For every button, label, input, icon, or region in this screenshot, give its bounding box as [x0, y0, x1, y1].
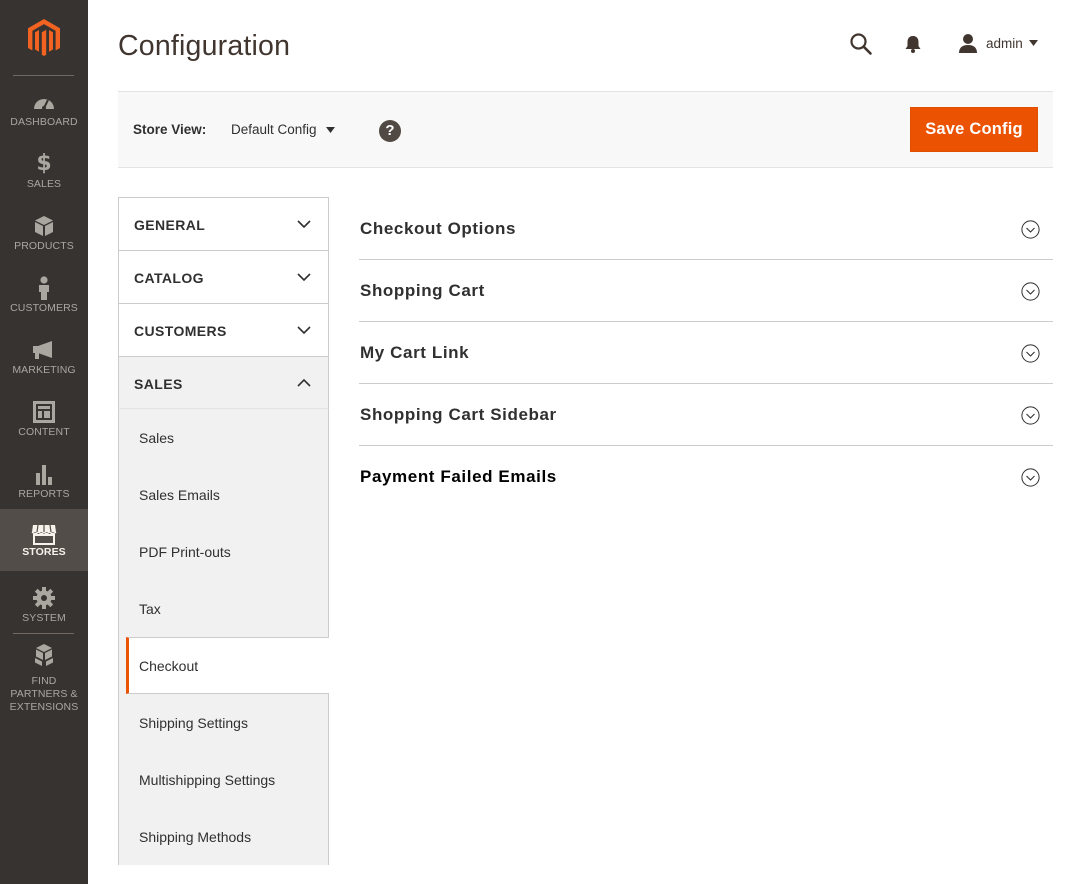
store-view-value: Default Config [231, 122, 317, 137]
person-icon [0, 276, 88, 300]
caret-down-icon [325, 126, 335, 133]
menu-label: FIND PARTNERS & EXTENSIONS [9, 675, 79, 713]
section-title: Checkout Options [360, 219, 516, 238]
menu-label: SYSTEM [22, 612, 66, 624]
tab-item-tax[interactable]: Tax [119, 580, 328, 637]
sales-tab-items: Sales Sales Emails PDF Print-outs Tax Ch… [118, 409, 329, 865]
store-view-bar: Store View: Default Config ? Save Config [118, 91, 1053, 168]
section-title: Shopping Cart [360, 281, 485, 300]
storefront-icon [0, 523, 88, 545]
menu-divider [13, 633, 74, 634]
store-view-switcher[interactable]: Default Config [231, 122, 335, 137]
page-title: Configuration [118, 30, 291, 62]
section-shopping-cart[interactable]: Shopping Cart [359, 260, 1053, 322]
tab-item-label: Sales Emails [139, 487, 220, 503]
gear-icon [0, 587, 88, 609]
layout-icon [0, 401, 88, 423]
section-payment-failed-emails[interactable]: Payment Failed Emails [359, 446, 1053, 508]
megaphone-icon [0, 339, 88, 361]
tab-item-label: Sales [139, 430, 175, 446]
menu-item-marketing[interactable]: MARKETING [0, 327, 88, 389]
menu-label: CUSTOMERS [10, 302, 78, 314]
notifications-button[interactable] [903, 34, 923, 54]
store-view-label: Store View: [133, 122, 207, 137]
chevron-down-icon [297, 220, 311, 229]
dollar-icon: $ [36, 151, 52, 176]
expand-circle-icon [1021, 468, 1040, 487]
menu-item-customers[interactable]: CUSTOMERS [0, 265, 88, 327]
menu-label: MARKETING [12, 364, 76, 376]
tab-item-label: PDF Print-outs [139, 544, 231, 560]
tab-group-customers[interactable]: CUSTOMERS [118, 303, 329, 356]
admin-user-menu[interactable]: admin [958, 32, 1038, 54]
tab-item-label: Tax [139, 601, 161, 617]
menu-label: SALES [26, 178, 62, 190]
cubes-icon [0, 644, 88, 666]
tab-item-shipping-settings[interactable]: Shipping Settings [119, 694, 328, 751]
menu-item-stores[interactable]: STORES [0, 509, 88, 571]
tab-group-label: GENERAL [134, 217, 206, 233]
dashboard-icon [0, 91, 88, 113]
menu-label: CONTENT [18, 426, 70, 438]
menu-item-find-partners[interactable]: FIND PARTNERS & EXTENSIONS [0, 641, 88, 713]
menu-item-dashboard[interactable]: DASHBOARD [0, 79, 88, 141]
admin-menu: DASHBOARD $ SALES PRODUCTS CUSTOMERS MAR… [0, 0, 88, 884]
config-tabs: GENERAL CATALOG CUSTOMERS SALES Sales Sa… [118, 197, 329, 865]
config-sections: Checkout Options Shopping Cart My Cart L… [359, 198, 1053, 508]
chevron-down-icon [297, 273, 311, 282]
save-config-button[interactable]: Save Config [910, 107, 1038, 152]
menu-item-products[interactable]: PRODUCTS [0, 203, 88, 265]
section-title: Payment Failed Emails [360, 467, 557, 486]
user-name: admin [986, 35, 1023, 51]
tab-item-label: Shipping Methods [139, 829, 252, 845]
tab-item-checkout[interactable]: Checkout [126, 637, 329, 694]
tab-group-catalog[interactable]: CATALOG [118, 250, 329, 303]
expand-circle-icon [1021, 220, 1040, 239]
tab-item-sales-emails[interactable]: Sales Emails [119, 466, 328, 523]
bar-chart-icon [0, 463, 88, 485]
magento-logo-icon [28, 18, 60, 56]
menu-label: REPORTS [18, 488, 70, 500]
section-my-cart-link[interactable]: My Cart Link [359, 322, 1053, 384]
menu-item-system[interactable]: SYSTEM [0, 575, 88, 637]
user-icon [959, 34, 977, 53]
menu-label: PRODUCTS [14, 240, 74, 252]
tab-group-sales[interactable]: SALES [118, 356, 329, 409]
expand-circle-icon [1021, 282, 1040, 301]
tab-item-sales[interactable]: Sales [119, 409, 328, 466]
caret-down-icon [1028, 40, 1038, 46]
search-icon [850, 33, 872, 55]
chevron-down-icon [297, 326, 311, 335]
menu-divider [13, 75, 74, 76]
magento-logo[interactable] [0, 0, 88, 75]
section-title: Shopping Cart Sidebar [360, 405, 557, 424]
tab-item-pdf-print-outs[interactable]: PDF Print-outs [119, 523, 328, 580]
section-title: My Cart Link [360, 343, 470, 362]
box-icon [0, 215, 88, 237]
menu-label: STORES [22, 546, 66, 558]
expand-circle-icon [1021, 344, 1040, 363]
tab-group-label: SALES [134, 376, 183, 392]
expand-circle-icon [1021, 406, 1040, 425]
tab-item-multishipping-settings[interactable]: Multishipping Settings [119, 751, 328, 808]
tab-item-label: Shipping Settings [139, 715, 248, 731]
tab-group-label: CATALOG [134, 270, 204, 286]
menu-item-sales[interactable]: $ SALES [0, 141, 88, 203]
tab-group-label: CUSTOMERS [134, 323, 227, 339]
tab-item-label: Checkout [139, 658, 199, 674]
tab-item-label: Multishipping Settings [139, 772, 276, 788]
bell-icon [905, 36, 921, 53]
search-button[interactable] [849, 32, 873, 56]
tab-item-shipping-methods[interactable]: Shipping Methods [119, 808, 328, 865]
section-checkout-options[interactable]: Checkout Options [359, 198, 1053, 260]
tab-group-general[interactable]: GENERAL [118, 197, 329, 250]
menu-item-content[interactable]: CONTENT [0, 389, 88, 451]
menu-item-reports[interactable]: REPORTS [0, 451, 88, 513]
chevron-up-icon [297, 378, 311, 387]
section-shopping-cart-sidebar[interactable]: Shopping Cart Sidebar [359, 384, 1053, 446]
menu-label: DASHBOARD [10, 116, 78, 128]
help-icon[interactable]: ? [379, 120, 401, 142]
